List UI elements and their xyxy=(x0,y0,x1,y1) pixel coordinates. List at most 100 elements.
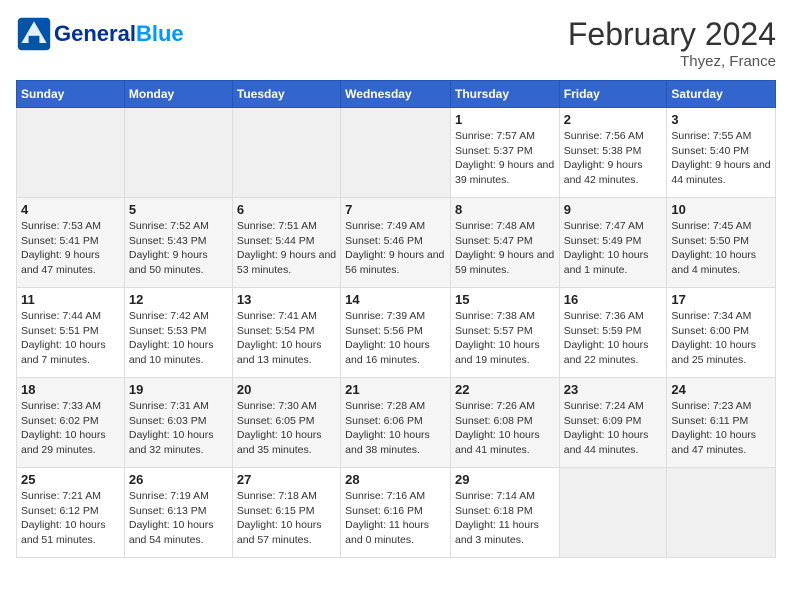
day-info: Sunrise: 7:21 AMSunset: 6:12 PMDaylight:… xyxy=(21,489,120,548)
calendar-cell: 19 Sunrise: 7:31 AMSunset: 6:03 PMDayligh… xyxy=(124,378,232,468)
page-subtitle: Thyez, France xyxy=(568,53,776,70)
day-number: 21 xyxy=(345,382,446,397)
calendar-cell: 17 Sunrise: 7:34 AMSunset: 6:00 PMDayligh… xyxy=(667,288,776,378)
day-number: 18 xyxy=(21,382,120,397)
day-info: Sunrise: 7:19 AMSunset: 6:13 PMDaylight:… xyxy=(129,489,228,548)
calendar-cell: 22 Sunrise: 7:26 AMSunset: 6:08 PMDayligh… xyxy=(450,378,559,468)
calendar-cell xyxy=(232,108,340,198)
day-info: Sunrise: 7:39 AMSunset: 5:56 PMDaylight:… xyxy=(345,309,446,368)
day-info: Sunrise: 7:56 AMSunset: 5:38 PMDaylight:… xyxy=(564,129,663,188)
calendar-cell: 27 Sunrise: 7:18 AMSunset: 6:15 PMDayligh… xyxy=(232,468,340,558)
weekday-header: Friday xyxy=(559,81,667,108)
logo-general: General xyxy=(54,21,136,46)
day-number: 14 xyxy=(345,292,446,307)
calendar-cell: 10 Sunrise: 7:45 AMSunset: 5:50 PMDayligh… xyxy=(667,198,776,288)
day-number: 22 xyxy=(455,382,555,397)
calendar-cell xyxy=(341,108,451,198)
calendar-week-row: 25 Sunrise: 7:21 AMSunset: 6:12 PMDayligh… xyxy=(17,468,776,558)
day-info: Sunrise: 7:57 AMSunset: 5:37 PMDaylight:… xyxy=(455,129,555,188)
day-number: 2 xyxy=(564,112,663,127)
weekday-header: Thursday xyxy=(450,81,559,108)
calendar-cell xyxy=(17,108,125,198)
calendar-cell: 14 Sunrise: 7:39 AMSunset: 5:56 PMDayligh… xyxy=(341,288,451,378)
day-number: 1 xyxy=(455,112,555,127)
day-number: 10 xyxy=(671,202,771,217)
day-number: 15 xyxy=(455,292,555,307)
calendar-cell xyxy=(667,468,776,558)
day-number: 13 xyxy=(237,292,336,307)
day-number: 12 xyxy=(129,292,228,307)
day-info: Sunrise: 7:28 AMSunset: 6:06 PMDaylight:… xyxy=(345,399,446,458)
day-info: Sunrise: 7:51 AMSunset: 5:44 PMDaylight:… xyxy=(237,219,336,278)
logo-blue: Blue xyxy=(136,21,184,46)
day-number: 9 xyxy=(564,202,663,217)
calendar-table: SundayMondayTuesdayWednesdayThursdayFrid… xyxy=(16,80,776,558)
day-number: 25 xyxy=(21,472,120,487)
calendar-cell: 8 Sunrise: 7:48 AMSunset: 5:47 PMDaylight… xyxy=(450,198,559,288)
weekday-header: Saturday xyxy=(667,81,776,108)
calendar-cell: 20 Sunrise: 7:30 AMSunset: 6:05 PMDayligh… xyxy=(232,378,340,468)
day-number: 7 xyxy=(345,202,446,217)
day-info: Sunrise: 7:38 AMSunset: 5:57 PMDaylight:… xyxy=(455,309,555,368)
calendar-cell: 16 Sunrise: 7:36 AMSunset: 5:59 PMDayligh… xyxy=(559,288,667,378)
day-number: 8 xyxy=(455,202,555,217)
day-number: 28 xyxy=(345,472,446,487)
day-number: 11 xyxy=(21,292,120,307)
day-info: Sunrise: 7:36 AMSunset: 5:59 PMDaylight:… xyxy=(564,309,663,368)
day-info: Sunrise: 7:41 AMSunset: 5:54 PMDaylight:… xyxy=(237,309,336,368)
calendar-cell: 6 Sunrise: 7:51 AMSunset: 5:44 PMDaylight… xyxy=(232,198,340,288)
calendar-week-row: 11 Sunrise: 7:44 AMSunset: 5:51 PMDayligh… xyxy=(17,288,776,378)
calendar-week-row: 1 Sunrise: 7:57 AMSunset: 5:37 PMDaylight… xyxy=(17,108,776,198)
calendar-cell: 9 Sunrise: 7:47 AMSunset: 5:49 PMDaylight… xyxy=(559,198,667,288)
calendar-week-row: 18 Sunrise: 7:33 AMSunset: 6:02 PMDayligh… xyxy=(17,378,776,468)
day-info: Sunrise: 7:53 AMSunset: 5:41 PMDaylight:… xyxy=(21,219,120,278)
calendar-cell xyxy=(124,108,232,198)
day-info: Sunrise: 7:26 AMSunset: 6:08 PMDaylight:… xyxy=(455,399,555,458)
calendar-cell: 13 Sunrise: 7:41 AMSunset: 5:54 PMDayligh… xyxy=(232,288,340,378)
calendar-cell: 3 Sunrise: 7:55 AMSunset: 5:40 PMDaylight… xyxy=(667,108,776,198)
calendar-cell: 12 Sunrise: 7:42 AMSunset: 5:53 PMDayligh… xyxy=(124,288,232,378)
logo-icon xyxy=(16,16,52,52)
day-number: 3 xyxy=(671,112,771,127)
calendar-cell: 4 Sunrise: 7:53 AMSunset: 5:41 PMDaylight… xyxy=(17,198,125,288)
calendar-cell: 18 Sunrise: 7:33 AMSunset: 6:02 PMDayligh… xyxy=(17,378,125,468)
day-info: Sunrise: 7:44 AMSunset: 5:51 PMDaylight:… xyxy=(21,309,120,368)
day-number: 27 xyxy=(237,472,336,487)
day-info: Sunrise: 7:34 AMSunset: 6:00 PMDaylight:… xyxy=(671,309,771,368)
day-info: Sunrise: 7:49 AMSunset: 5:46 PMDaylight:… xyxy=(345,219,446,278)
day-number: 19 xyxy=(129,382,228,397)
day-info: Sunrise: 7:55 AMSunset: 5:40 PMDaylight:… xyxy=(671,129,771,188)
day-info: Sunrise: 7:30 AMSunset: 6:05 PMDaylight:… xyxy=(237,399,336,458)
day-number: 6 xyxy=(237,202,336,217)
day-info: Sunrise: 7:23 AMSunset: 6:11 PMDaylight:… xyxy=(671,399,771,458)
weekday-header: Monday xyxy=(124,81,232,108)
day-info: Sunrise: 7:16 AMSunset: 6:16 PMDaylight:… xyxy=(345,489,446,548)
page-header: GeneralBlue February 2024 Thyez, France xyxy=(16,16,776,70)
day-number: 17 xyxy=(671,292,771,307)
day-number: 4 xyxy=(21,202,120,217)
day-info: Sunrise: 7:33 AMSunset: 6:02 PMDaylight:… xyxy=(21,399,120,458)
day-info: Sunrise: 7:47 AMSunset: 5:49 PMDaylight:… xyxy=(564,219,663,278)
calendar-cell: 28 Sunrise: 7:16 AMSunset: 6:16 PMDayligh… xyxy=(341,468,451,558)
day-info: Sunrise: 7:45 AMSunset: 5:50 PMDaylight:… xyxy=(671,219,771,278)
day-number: 26 xyxy=(129,472,228,487)
day-number: 16 xyxy=(564,292,663,307)
day-info: Sunrise: 7:31 AMSunset: 6:03 PMDaylight:… xyxy=(129,399,228,458)
logo: GeneralBlue xyxy=(16,16,184,52)
weekday-header: Sunday xyxy=(17,81,125,108)
day-info: Sunrise: 7:24 AMSunset: 6:09 PMDaylight:… xyxy=(564,399,663,458)
page-title: February 2024 xyxy=(568,16,776,53)
calendar-header-row: SundayMondayTuesdayWednesdayThursdayFrid… xyxy=(17,81,776,108)
day-info: Sunrise: 7:18 AMSunset: 6:15 PMDaylight:… xyxy=(237,489,336,548)
day-info: Sunrise: 7:52 AMSunset: 5:43 PMDaylight:… xyxy=(129,219,228,278)
weekday-header: Tuesday xyxy=(232,81,340,108)
day-number: 20 xyxy=(237,382,336,397)
calendar-cell: 24Sunrise: 7:23 AMSunset: 6:11 PMDayligh… xyxy=(667,378,776,468)
calendar-cell: 25 Sunrise: 7:21 AMSunset: 6:12 PMDayligh… xyxy=(17,468,125,558)
day-info: Sunrise: 7:48 AMSunset: 5:47 PMDaylight:… xyxy=(455,219,555,278)
calendar-cell: 15 Sunrise: 7:38 AMSunset: 5:57 PMDayligh… xyxy=(450,288,559,378)
day-number: 23 xyxy=(564,382,663,397)
day-info: Sunrise: 7:14 AMSunset: 6:18 PMDaylight:… xyxy=(455,489,555,548)
weekday-header: Wednesday xyxy=(341,81,451,108)
day-info: Sunrise: 7:42 AMSunset: 5:53 PMDaylight:… xyxy=(129,309,228,368)
